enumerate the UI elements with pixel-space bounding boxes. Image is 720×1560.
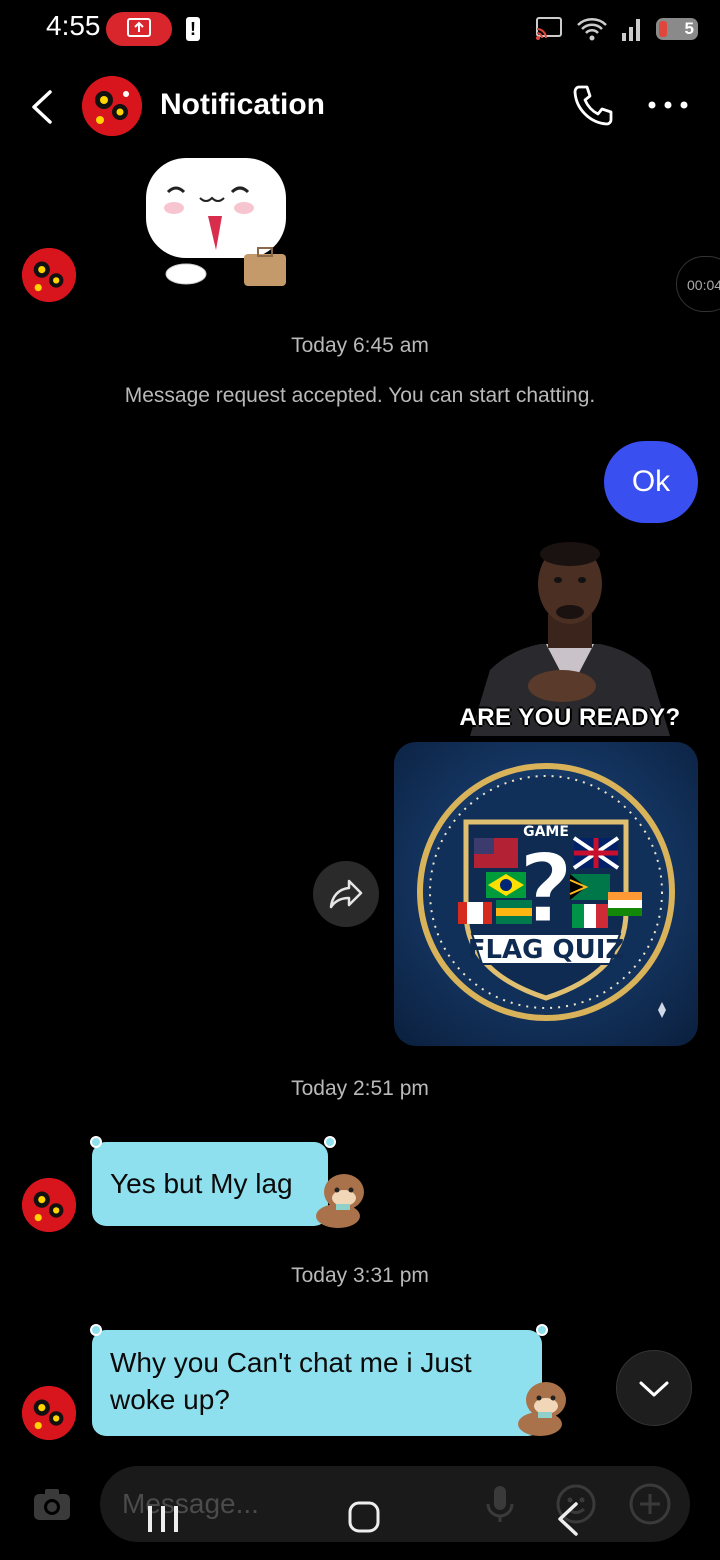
- battery-icon: 5: [656, 18, 698, 40]
- system-nav-bar: [0, 1490, 720, 1550]
- chevron-left-icon: [32, 90, 52, 124]
- timer-chip: 00:04: [676, 256, 720, 312]
- header-title[interactable]: Notification: [160, 88, 325, 122]
- header-avatar[interactable]: [82, 76, 142, 136]
- flag-quiz-image[interactable]: ? FLAG QUIZ GAME: [394, 742, 698, 1046]
- alert-icon: !: [186, 17, 200, 41]
- call-button[interactable]: [570, 82, 616, 128]
- scroll-to-bottom-button[interactable]: [616, 1350, 692, 1426]
- timestamp: Today 6:45 am: [291, 334, 429, 357]
- phone-icon: [573, 85, 613, 126]
- otter-sticker-icon: [306, 1164, 376, 1234]
- sent-message-bubble[interactable]: Ok: [604, 441, 698, 523]
- avatar-icon: [82, 76, 142, 136]
- bubble-decoration-dot: [90, 1324, 102, 1336]
- more-options-button[interactable]: [646, 90, 690, 120]
- share-arrow-icon: [329, 879, 363, 909]
- quiz-title-text: FLAG QUIZ: [468, 935, 625, 965]
- status-time: 4:55: [46, 10, 101, 41]
- cast-icon: [536, 17, 562, 40]
- signal-icon: [622, 19, 640, 41]
- contact-avatar[interactable]: [22, 1178, 76, 1232]
- system-note: Message request accepted. You can start …: [124, 384, 596, 407]
- screen-record-icon: [106, 12, 172, 46]
- svg-text:?: ?: [518, 833, 574, 945]
- timestamp: Today 3:31 pm: [291, 1264, 429, 1287]
- back-nav-button[interactable]: [558, 1502, 578, 1536]
- home-nav-button[interactable]: [348, 1501, 380, 1533]
- received-message-bubble[interactable]: Why you Can't chat me i Just woke up?: [92, 1330, 542, 1436]
- gif-caption: ARE YOU READY?: [459, 704, 681, 731]
- avatar-icon: [22, 1178, 76, 1232]
- timestamp: Today 2:51 pm: [291, 1077, 429, 1100]
- bubble-decoration-dot: [536, 1324, 548, 1336]
- quiz-game-label: GAME: [523, 824, 569, 840]
- contact-avatar[interactable]: [22, 1386, 76, 1440]
- recents-nav-button[interactable]: [148, 1506, 178, 1532]
- wifi-icon: [577, 18, 607, 41]
- status-icons: 5: [534, 12, 698, 46]
- avatar-icon: [22, 1386, 76, 1440]
- bubble-decoration-dot: [90, 1136, 102, 1148]
- share-button[interactable]: [313, 861, 379, 927]
- avatar-icon: [22, 248, 76, 302]
- back-button[interactable]: [22, 84, 62, 130]
- chevron-down-icon: [639, 1381, 669, 1397]
- received-message-bubble[interactable]: Yes but My lag: [92, 1142, 328, 1226]
- contact-avatar[interactable]: [22, 248, 76, 302]
- otter-sticker-icon: [508, 1372, 578, 1442]
- bubble-decoration-dot: [324, 1136, 336, 1148]
- cat-sticker[interactable]: [140, 158, 300, 288]
- more-icon: [648, 101, 688, 109]
